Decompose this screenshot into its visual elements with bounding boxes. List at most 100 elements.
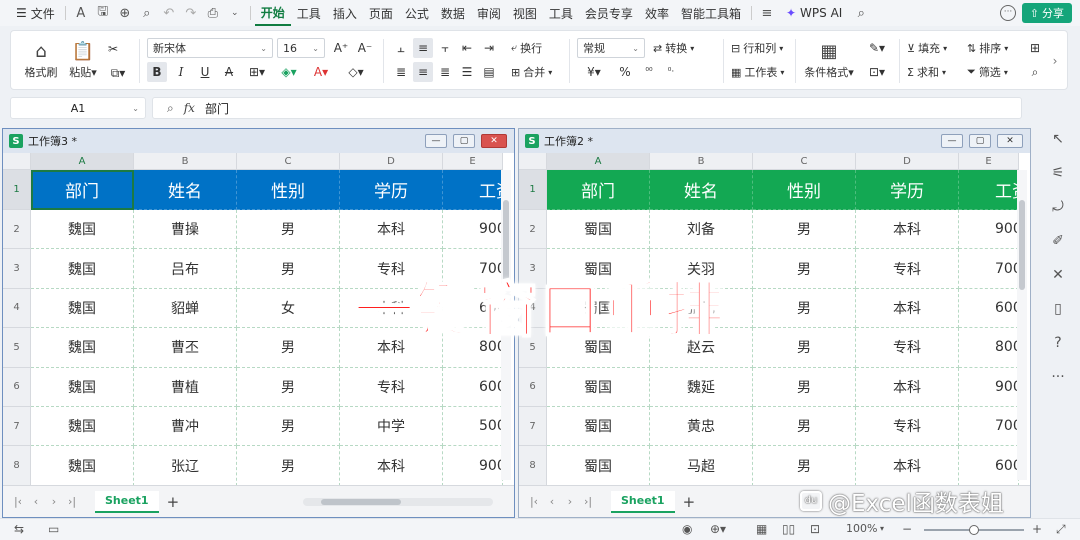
filter-button[interactable]: ⏷ 筛选 ▾ bbox=[967, 62, 1008, 82]
sheet-tab[interactable]: Sheet1 bbox=[611, 490, 675, 513]
row-header[interactable]: 4 bbox=[519, 288, 547, 329]
freeze-pane-icon[interactable]: ⊡▾ bbox=[863, 62, 891, 82]
table-cell[interactable]: 男 bbox=[753, 367, 856, 407]
header-cell[interactable]: 学历 bbox=[856, 170, 959, 210]
workbook-window-right[interactable]: S 工作簿2 * — ▢ ✕ ABCDE1部门姓名性别学历工资2蜀国刘备男本科9… bbox=[518, 128, 1031, 518]
table-cell[interactable]: 男 bbox=[753, 288, 856, 329]
table-icon[interactable]: ⊞ bbox=[1025, 38, 1045, 58]
table-cell[interactable]: 魏国 bbox=[31, 288, 134, 329]
font-name-select[interactable]: 新宋体 ⌄ bbox=[147, 38, 273, 58]
scrollbar-thumb[interactable] bbox=[503, 200, 509, 290]
table-cell[interactable]: 黄忠 bbox=[650, 407, 753, 447]
worksheet-button[interactable]: ▦ 工作表 ▾ bbox=[731, 62, 784, 82]
last-sheet-icon[interactable]: ›| bbox=[579, 495, 597, 508]
table-cell[interactable]: 8000 bbox=[443, 328, 503, 368]
font-size-select[interactable]: 16 ⌄ bbox=[277, 38, 325, 58]
row-header[interactable]: 5 bbox=[519, 328, 547, 368]
table-cell[interactable]: 本科 bbox=[340, 446, 443, 485]
align-top-icon[interactable]: ⫠ bbox=[391, 38, 411, 58]
column-header[interactable]: C bbox=[237, 153, 340, 170]
name-box[interactable]: A1 ⌄ bbox=[10, 97, 146, 119]
zoom-out-icon[interactable]: − bbox=[902, 522, 912, 536]
select-pointer-icon[interactable]: ↖ bbox=[1046, 122, 1070, 156]
increase-decimal-icon[interactable]: ⁰⁰ bbox=[639, 62, 659, 82]
header-cell[interactable]: 学历 bbox=[340, 170, 443, 210]
chevron-down-icon[interactable]: ▾ bbox=[880, 524, 884, 533]
table-cell[interactable]: 男 bbox=[237, 367, 340, 407]
table-cell[interactable]: 曹植 bbox=[134, 367, 237, 407]
row-header[interactable]: 6 bbox=[3, 367, 31, 407]
row-header[interactable]: 7 bbox=[3, 407, 31, 447]
column-header[interactable]: D bbox=[340, 153, 443, 170]
share-button[interactable]: ⇧ 分享 bbox=[1021, 3, 1072, 23]
table-cell[interactable]: 7000 bbox=[959, 407, 1019, 447]
table-cell[interactable]: 中学 bbox=[340, 407, 443, 447]
horizontal-scrollbar[interactable] bbox=[303, 498, 493, 506]
help-icon[interactable]: ? bbox=[1046, 326, 1070, 360]
table-cell[interactable]: 魏国 bbox=[31, 446, 134, 485]
more-icon[interactable]: ··· bbox=[1046, 360, 1070, 394]
function-icon[interactable]: fx bbox=[184, 101, 195, 115]
clear-format-icon[interactable]: ◇▾ bbox=[341, 62, 371, 82]
table-cell[interactable]: 蜀国 bbox=[547, 407, 650, 447]
tab-7[interactable]: 视图 bbox=[507, 0, 543, 26]
cell-style-icon[interactable]: ✎▾ bbox=[863, 38, 891, 58]
tab-4[interactable]: 公式 bbox=[399, 0, 435, 26]
prev-sheet-icon[interactable]: ‹ bbox=[543, 495, 561, 508]
number-format-select[interactable]: 常规 ⌄ bbox=[577, 38, 645, 58]
row-header[interactable]: 6 bbox=[519, 367, 547, 407]
paste-button[interactable]: 📋 粘贴▾ bbox=[63, 39, 103, 83]
share-link-icon[interactable]: ⊕ bbox=[114, 0, 136, 26]
header-cell[interactable]: 工资 bbox=[443, 170, 503, 210]
column-header[interactable]: B bbox=[650, 153, 753, 170]
row-header[interactable]: 5 bbox=[3, 328, 31, 368]
column-header[interactable]: A bbox=[31, 153, 134, 170]
table-cell[interactable]: 蜀国 bbox=[547, 367, 650, 407]
undo-icon[interactable]: ↶ bbox=[158, 0, 180, 26]
redo-icon[interactable]: ↷ bbox=[180, 0, 202, 26]
column-header[interactable]: C bbox=[753, 153, 856, 170]
table-cell[interactable]: 马超 bbox=[650, 446, 753, 485]
header-cell[interactable]: 姓名 bbox=[134, 170, 237, 210]
table-cell[interactable]: 男 bbox=[753, 249, 856, 289]
row-header[interactable]: 1 bbox=[3, 170, 31, 210]
cut-icon[interactable]: ✂ bbox=[103, 39, 123, 59]
zoom-search-icon[interactable]: ⌕ bbox=[167, 101, 174, 116]
table-cell[interactable]: 本科 bbox=[856, 446, 959, 485]
table-cell[interactable]: 本科 bbox=[340, 328, 443, 368]
table-cell[interactable]: 6000 bbox=[959, 446, 1019, 485]
table-cell[interactable]: 男 bbox=[753, 328, 856, 368]
last-sheet-icon[interactable]: ›| bbox=[63, 495, 81, 508]
header-cell[interactable]: 工资 bbox=[959, 170, 1019, 210]
table-cell[interactable]: 蜀国 bbox=[547, 446, 650, 485]
row-header[interactable]: 7 bbox=[519, 407, 547, 447]
page-icon[interactable]: ▭ bbox=[48, 522, 59, 536]
align-right-icon[interactable]: ≣ bbox=[435, 62, 455, 82]
ai-brush-icon[interactable]: ✐ bbox=[1046, 224, 1070, 258]
table-cell[interactable]: 魏国 bbox=[31, 210, 134, 250]
row-header[interactable]: 2 bbox=[519, 210, 547, 250]
search-icon[interactable]: ⌕ bbox=[850, 0, 872, 26]
sheet-grid[interactable]: ABCDE1部门姓名性别学历工资2魏国曹操男本科90003魏国吕布男专科7000… bbox=[3, 153, 514, 485]
sum-button[interactable]: Σ 求和 ▾ bbox=[907, 62, 946, 82]
decrease-decimal-icon[interactable]: ⁰· bbox=[661, 62, 681, 82]
tab-11[interactable]: 智能工具箱 bbox=[675, 0, 747, 26]
table-cell[interactable]: 5000 bbox=[443, 407, 503, 447]
select-all-corner[interactable] bbox=[3, 153, 31, 170]
table-cell[interactable]: 蜀国 bbox=[547, 328, 650, 368]
increase-font-icon[interactable]: A⁺ bbox=[331, 38, 351, 58]
column-header[interactable]: B bbox=[134, 153, 237, 170]
table-cell[interactable]: 9000 bbox=[443, 210, 503, 250]
table-cell[interactable]: 本科 bbox=[856, 367, 959, 407]
table-cell[interactable]: 专科 bbox=[856, 249, 959, 289]
zoom-level[interactable]: 100% bbox=[846, 522, 877, 535]
table-cell[interactable]: 男 bbox=[237, 328, 340, 368]
table-cell[interactable]: 女 bbox=[237, 288, 340, 329]
tab-5[interactable]: 数据 bbox=[435, 0, 471, 26]
table-cell[interactable]: 男 bbox=[753, 446, 856, 485]
eye-icon[interactable]: ◉ bbox=[682, 522, 692, 536]
maximize-button[interactable]: ▢ bbox=[969, 134, 991, 148]
fullscreen-icon[interactable]: ⤢ bbox=[1056, 522, 1066, 537]
macro-icon[interactable]: ⇆ bbox=[14, 522, 24, 536]
tab-8[interactable]: 工具 bbox=[543, 0, 579, 26]
